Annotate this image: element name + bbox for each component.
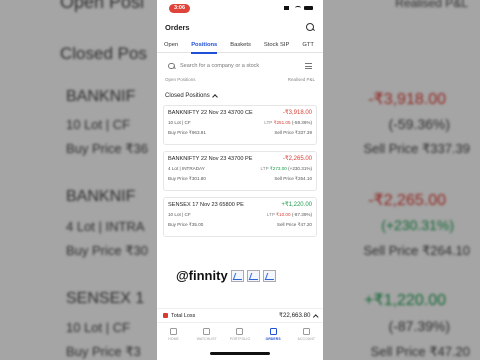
buy-price: Buy Price ₹301.80 bbox=[168, 176, 206, 181]
tab-gtt[interactable]: GTT bbox=[302, 38, 314, 53]
position-symbol: BANKNIFTY 22 Nov 23 43700 PE bbox=[168, 156, 253, 162]
cut-off-left: Open Positions bbox=[165, 77, 196, 82]
nav-label: PORTFOLIO bbox=[229, 337, 251, 341]
portfolio-icon bbox=[236, 328, 244, 335]
chart-down-icon bbox=[230, 269, 244, 282]
lot-info: 4 Lot | INTRADAY bbox=[168, 166, 205, 171]
signal-icon bbox=[284, 6, 292, 10]
watermark-text: @finnity bbox=[176, 268, 228, 283]
tab-open[interactable]: Open bbox=[164, 38, 178, 53]
bottom-nav: HOME WATCHLIST PORTFOLIO ORDERS ACCOUNT bbox=[157, 322, 323, 346]
tab-positions[interactable]: Positions bbox=[191, 38, 218, 54]
position-pnl: +₹1,220.00 bbox=[281, 202, 312, 208]
cut-off-right: Realised P&L bbox=[287, 77, 315, 82]
ltp-value: ₹251.05 bbox=[273, 120, 291, 125]
position-symbol: BANKNIFTY 22 Nov 23 43700 CE bbox=[168, 110, 253, 116]
tab-stock-sip[interactable]: Stock SIP bbox=[264, 38, 289, 53]
position-pnl: -₹2,265.00 bbox=[282, 156, 312, 162]
search-icon[interactable] bbox=[306, 22, 315, 32]
change-percent: (-87.39%) bbox=[291, 212, 312, 217]
sell-price: Sell Price ₹337.39 bbox=[274, 130, 312, 135]
buy-price: Buy Price ₹35.00 bbox=[168, 222, 204, 227]
search-bar bbox=[164, 59, 316, 73]
home-indicator[interactable] bbox=[210, 352, 270, 355]
header: Orders bbox=[157, 16, 323, 38]
battery-icon bbox=[304, 5, 313, 11]
wifi-icon bbox=[295, 6, 301, 10]
phone-screen: 3:06 Orders Open Positions Baskets Stock… bbox=[157, 0, 323, 360]
status-icons bbox=[284, 5, 313, 11]
nav-label: HOME bbox=[168, 337, 179, 341]
nav-label: ACCOUNT bbox=[297, 337, 316, 341]
status-bar: 3:06 bbox=[157, 0, 323, 16]
ltp-label: LTP bbox=[264, 120, 273, 125]
nav-orders[interactable]: ORDERS bbox=[258, 328, 288, 341]
nav-account[interactable]: ACCOUNT bbox=[291, 328, 321, 341]
position-card[interactable]: SENSEX 17 Nov 23 65800 PE +₹1,220.00 10 … bbox=[163, 197, 317, 237]
loss-indicator-icon bbox=[163, 313, 168, 318]
position-symbol: SENSEX 17 Nov 23 65800 PE bbox=[168, 202, 244, 208]
ltp-label: LTP bbox=[260, 166, 269, 171]
orders-icon bbox=[269, 328, 277, 335]
nav-home[interactable]: HOME bbox=[159, 328, 189, 341]
home-icon bbox=[170, 328, 178, 335]
chevron-up-icon bbox=[211, 94, 218, 100]
ltp-value: ₹273.00 bbox=[269, 166, 287, 171]
watermark: @finnity bbox=[176, 268, 276, 283]
nav-portfolio[interactable]: PORTFOLIO bbox=[225, 328, 255, 341]
sell-price: Sell Price ₹264.10 bbox=[274, 176, 312, 181]
closed-positions-toggle[interactable]: Closed Positions bbox=[157, 83, 323, 105]
change-percent: (-59.36%) bbox=[291, 120, 312, 125]
tab-baskets[interactable]: Baskets bbox=[230, 38, 251, 53]
chart-down-icon bbox=[246, 269, 260, 282]
sell-price: Sell Price ₹47.20 bbox=[276, 222, 312, 227]
section-title: Closed Positions bbox=[165, 93, 210, 99]
nav-label: WATCHLIST bbox=[196, 337, 217, 341]
total-label: Total Loss bbox=[171, 312, 196, 319]
chevron-up-icon bbox=[312, 314, 318, 319]
lot-info: 10 Lot | CF bbox=[168, 120, 191, 125]
ltp-value: ₹10.00 bbox=[276, 212, 291, 217]
change-percent: (+230.31%) bbox=[288, 166, 312, 171]
total-value: ₹22,663.80 bbox=[279, 312, 311, 319]
account-icon bbox=[302, 328, 310, 335]
watchlist-icon bbox=[203, 328, 211, 335]
nav-label: ORDERS bbox=[265, 337, 281, 341]
chart-down-icon bbox=[262, 269, 276, 282]
filter-icon[interactable] bbox=[305, 63, 312, 69]
status-time: 3:06 bbox=[169, 3, 191, 13]
lot-info: 10 Lot | CF bbox=[168, 212, 191, 217]
position-pnl: -₹3,918.00 bbox=[282, 110, 312, 116]
search-input[interactable] bbox=[180, 63, 300, 69]
total-bar[interactable]: Total Loss ₹22,663.80 bbox=[157, 308, 323, 322]
search-icon bbox=[168, 62, 175, 70]
buy-price: Buy Price ₹963.91 bbox=[168, 130, 206, 135]
nav-watchlist[interactable]: WATCHLIST bbox=[192, 328, 222, 341]
position-card[interactable]: BANKNIFTY 22 Nov 23 43700 PE -₹2,265.00 … bbox=[163, 151, 317, 191]
ltp-label: LTP bbox=[266, 212, 275, 217]
position-card[interactable]: BANKNIFTY 22 Nov 23 43700 CE -₹3,918.00 … bbox=[163, 105, 317, 145]
tab-bar: Open Positions Baskets Stock SIP GTT bbox=[157, 38, 323, 54]
page-title: Orders bbox=[165, 22, 190, 32]
